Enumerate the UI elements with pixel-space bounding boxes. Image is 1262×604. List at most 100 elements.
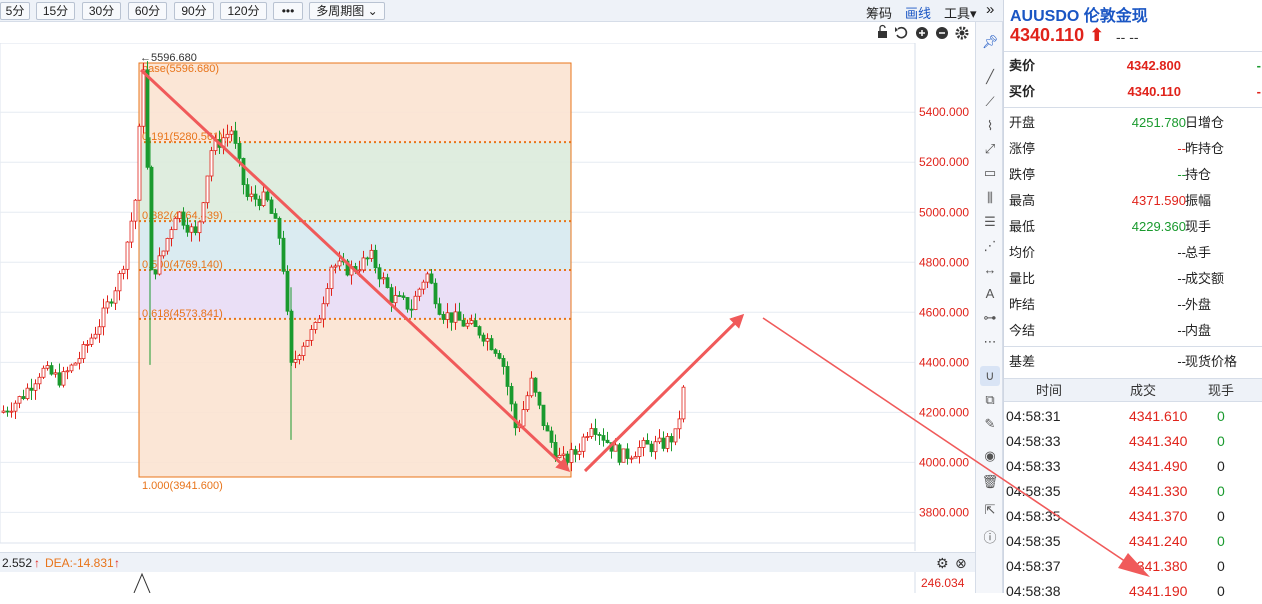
pencil-icon[interactable]: ✎ xyxy=(980,414,1000,434)
candle-body xyxy=(73,362,78,366)
candle-body xyxy=(333,265,338,268)
tick-row[interactable]: 04:58:35 4341.240 0 xyxy=(1004,529,1262,554)
export-icon[interactable]: ⇱ xyxy=(980,500,1000,520)
candle-body xyxy=(589,428,594,437)
more-tools-icon[interactable]: ⋯ xyxy=(980,332,1000,352)
path-tool-icon[interactable]: ⊶ xyxy=(980,308,1000,328)
y-tick-label: 4400.000 xyxy=(919,355,969,369)
lock-icon[interactable] xyxy=(878,24,887,39)
tick-price: 4341.330 xyxy=(1129,483,1188,499)
candle-body xyxy=(577,450,582,455)
macd-diff-value: 2.552 xyxy=(2,556,33,570)
ray-tool-icon[interactable]: ⟋ xyxy=(980,92,1000,112)
tick-price: 4341.190 xyxy=(1129,583,1188,599)
buy-price: 4340.110 xyxy=(1127,84,1181,99)
period-90m-button[interactable]: 90分 xyxy=(174,2,214,20)
candle-body xyxy=(381,277,386,280)
fan-tool-icon[interactable]: ⋰ xyxy=(980,236,1000,256)
candle-body xyxy=(245,184,250,197)
period-30m-button[interactable]: 30分 xyxy=(82,2,121,20)
candle-body xyxy=(105,301,110,309)
period-15m-button[interactable]: 15分 xyxy=(36,2,75,20)
fib-level-label: 0.500(4769.140) xyxy=(142,259,223,271)
fib-tool-icon[interactable]: ☰ xyxy=(980,212,1000,232)
tick-row[interactable]: 04:58:31 4341.610 0 xyxy=(1004,404,1262,429)
kline-chart[interactable]: 5400.000 5200.000 5000.000 4800.000 4600.000… xyxy=(0,42,975,551)
kline-svg[interactable]: 5400.000 5200.000 5000.000 4800.000 4600.000… xyxy=(0,42,975,551)
candle-body xyxy=(617,444,622,463)
candle-body xyxy=(117,273,122,292)
candle-body xyxy=(485,338,490,342)
candle-body xyxy=(205,175,210,204)
tick-vol: 0 xyxy=(1217,408,1225,424)
price-change: -- -- xyxy=(1116,29,1139,45)
high-price-marker: ←5596.680 xyxy=(140,52,197,64)
tick-row[interactable]: 04:58:35 4341.330 0 xyxy=(1004,479,1262,504)
tick-time: 04:58:37 xyxy=(1006,558,1061,574)
candle-body xyxy=(261,191,266,206)
tick-vol: 0 xyxy=(1217,508,1225,524)
polyline-tool-icon[interactable]: ⌇ xyxy=(980,116,1000,136)
chips-button[interactable]: 筹码 xyxy=(866,3,892,22)
parallel-tool-icon[interactable]: ⫼ xyxy=(980,188,1000,208)
candle-body xyxy=(317,318,322,323)
segment-tool-icon[interactable]: ⤢ xyxy=(980,139,1000,159)
text-tool-icon[interactable]: A xyxy=(980,284,1000,304)
trash-icon[interactable]: 🗑︎ xyxy=(980,472,1000,492)
candle-body xyxy=(181,211,186,226)
tick-row[interactable]: 04:58:33 4341.490 0 xyxy=(1004,454,1262,479)
candle-body xyxy=(593,428,598,435)
candle-body xyxy=(413,295,418,311)
candle-body xyxy=(497,353,502,359)
macd-dea-arrow: ↑ xyxy=(114,556,120,570)
candle-body xyxy=(237,143,242,159)
tick-vol: 0 xyxy=(1217,433,1225,449)
pin-icon[interactable]: 📌︎ xyxy=(980,32,1000,52)
candle-body xyxy=(81,344,86,360)
candle-body xyxy=(21,396,26,399)
period-60m-button[interactable]: 60分 xyxy=(128,2,167,20)
measure-tool-icon[interactable]: ↔ xyxy=(980,260,1000,280)
gear-icon[interactable] xyxy=(955,26,969,40)
tick-row[interactable]: 04:58:33 4341.340 0 xyxy=(1004,429,1262,454)
macd-settings-icon[interactable]: ⚙ xyxy=(936,555,949,572)
magnet-icon[interactable]: ∪ xyxy=(980,366,1000,386)
tools-dropdown[interactable]: 工具▾ xyxy=(944,3,977,22)
candle-body xyxy=(253,193,258,200)
y-tick-label: 5000.000 xyxy=(919,205,969,219)
tick-row[interactable]: 04:58:35 4341.370 0 xyxy=(1004,504,1262,529)
candle-body xyxy=(241,157,246,186)
macd-axis-value: 246.034 xyxy=(921,576,965,590)
candle-body xyxy=(137,125,142,201)
candle-body xyxy=(637,447,642,457)
stat-label: 跌停 xyxy=(1009,167,1036,182)
quote-panel: AUUSDO 伦敦金现 4340.110 ⬆ -- -- 卖价 4342.800… xyxy=(1003,0,1262,599)
help-icon[interactable]: ⓘ xyxy=(980,528,1000,548)
tick-row[interactable]: 04:58:38 4341.190 0 xyxy=(1004,579,1262,604)
stat-label: 今结 xyxy=(1009,323,1036,338)
collapse-panel-button[interactable]: » xyxy=(986,1,994,18)
candle-body xyxy=(265,191,270,201)
candle-body xyxy=(433,282,438,305)
macd-close-icon[interactable]: ⊗ xyxy=(955,555,967,572)
line-tool-icon[interactable]: ╱ xyxy=(980,67,1000,87)
period-5m-button[interactable]: 5分 xyxy=(0,2,30,20)
undo-icon[interactable] xyxy=(895,26,908,39)
more-periods-button[interactable]: ••• xyxy=(273,2,303,20)
rectangle-tool-icon[interactable]: ▭ xyxy=(980,163,1000,183)
eye-icon[interactable]: ◉ xyxy=(980,446,1000,466)
buy-row: 买价 4340.110 - xyxy=(1004,79,1262,105)
candle-body xyxy=(565,453,570,463)
candle-body xyxy=(109,301,114,304)
candle-body xyxy=(393,295,398,304)
tick-row[interactable]: 04:58:37 4341.380 0 xyxy=(1004,554,1262,579)
fib-level-label: base(5596.680) xyxy=(142,63,219,75)
period-120m-button[interactable]: 120分 xyxy=(220,2,267,20)
candle-body xyxy=(449,312,454,323)
macd-dea-value: DEA:-14.831 xyxy=(45,556,114,570)
multi-period-dropdown[interactable]: 多周期图 ⌄ xyxy=(309,2,385,20)
copy-icon[interactable]: ⧉ xyxy=(980,390,1000,410)
candle-body xyxy=(309,329,314,341)
draw-line-button[interactable]: 画线 xyxy=(905,3,931,22)
candle-body xyxy=(357,269,362,272)
